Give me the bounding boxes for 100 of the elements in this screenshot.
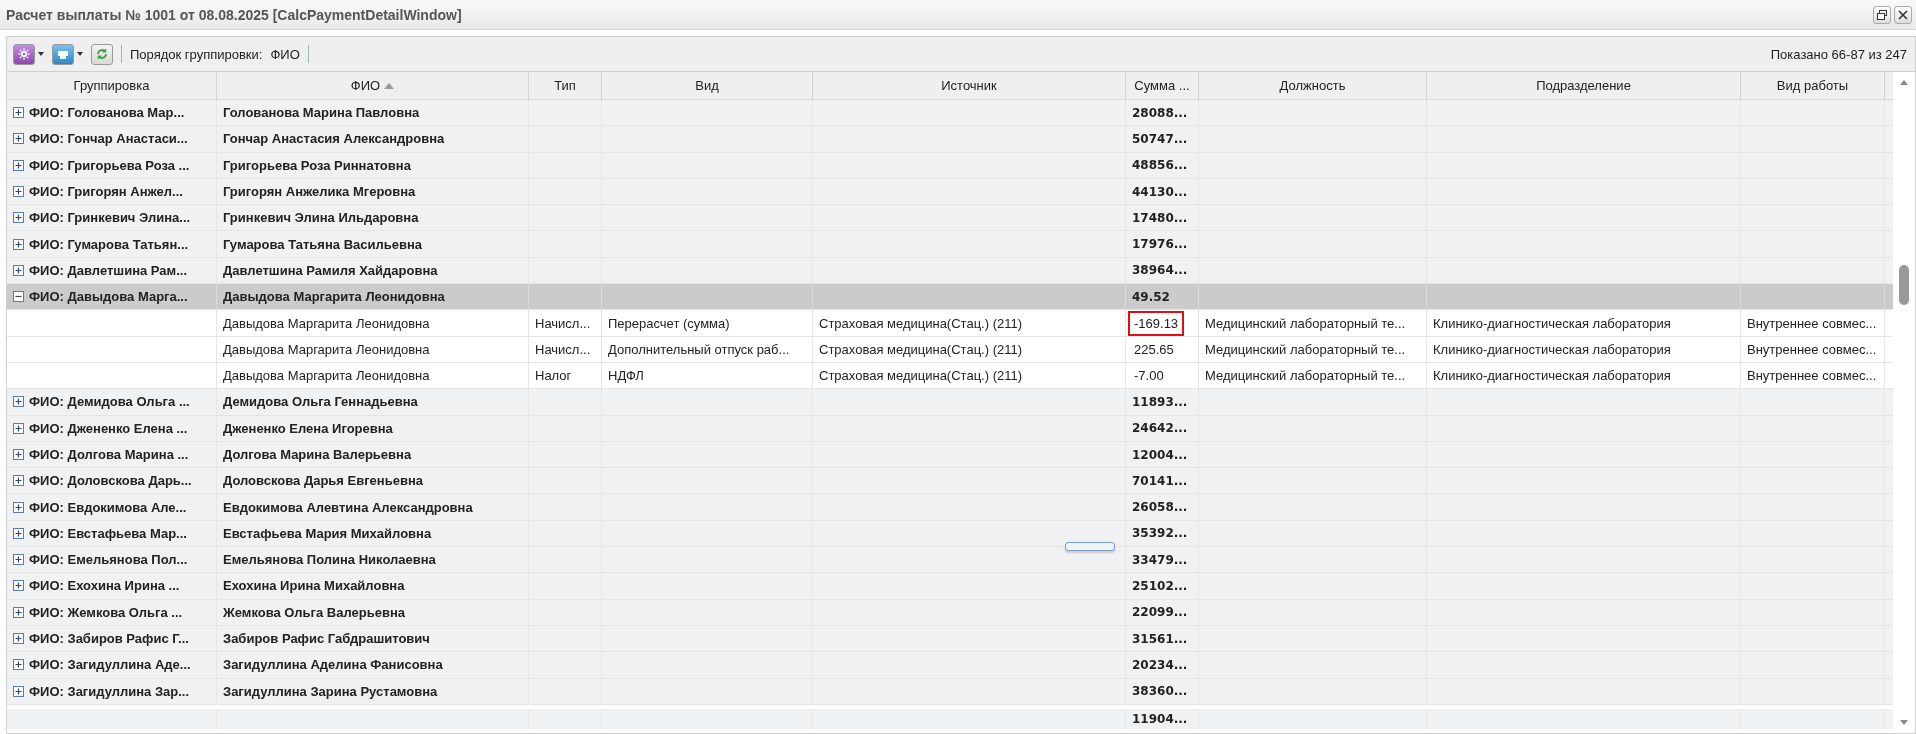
paging-info: Показано 66-87 из 247: [1770, 46, 1907, 62]
table-cell: Давыдова Маргарита Леонидовна: [223, 341, 430, 357]
group-row[interactable]: ФИО: Евдокимова Але... Евдокимова Алевтина Александровна 26058...: [7, 494, 1893, 521]
group-row[interactable]: ФИО: Евстафьева Мар... Евстафьева Мария Михайловна 35392...: [7, 520, 1893, 548]
table-cell: Загидуллина Аделина Фанисовна: [223, 657, 443, 673]
refresh-button[interactable]: [91, 43, 113, 65]
group-label: ФИО: Демидова Ольга ...: [29, 394, 190, 410]
expand-icon[interactable]: [13, 396, 24, 408]
table-cell-text: 225.65: [1133, 340, 1175, 359]
column-header[interactable]: Должность: [1279, 78, 1346, 93]
table-cell: Дополнительный отпуск раб...: [608, 341, 790, 357]
table-cell: Внутреннее совмес...: [1747, 315, 1877, 331]
expand-icon[interactable]: [13, 475, 24, 487]
column-header[interactable]: Сумма ...: [1134, 78, 1190, 93]
expand-icon[interactable]: [13, 501, 24, 513]
column-header[interactable]: Подразделение: [1536, 78, 1631, 93]
group-row[interactable]: ФИО: Загидуллина Аде... Загидуллина Аделина Фанисовна 20234...: [7, 652, 1893, 679]
table-cell: 50747...: [1132, 131, 1188, 146]
group-row[interactable]: ФИО: Голованова Мар... Голованова Марина Павловна 28088...: [7, 100, 1893, 127]
scroll-up-icon[interactable]: [1899, 78, 1909, 86]
close-button[interactable]: [1894, 5, 1912, 24]
print-menu-button[interactable]: [52, 43, 83, 65]
table-cell: Страховая медицина(Стац.) (211): [819, 341, 1022, 357]
column-header[interactable]: ФИО: [350, 78, 381, 93]
group-row[interactable]: ФИО: Демидова Ольга ... Демидова Ольга Геннадьевна 11893...: [7, 389, 1893, 416]
group-label: ФИО: Жемкова Ольга ...: [29, 604, 183, 620]
table-cell: Давлетшина Рамиля Хайдаровна: [223, 262, 438, 278]
group-row[interactable]: ФИО: Гончар Анастаси... Гончар Анастасия Александровна 50747...: [7, 126, 1893, 153]
expand-icon[interactable]: [13, 633, 24, 645]
table-cell: 26058...: [1132, 500, 1188, 515]
column-header[interactable]: Тип: [554, 78, 576, 93]
settings-menu-button[interactable]: [13, 43, 44, 65]
table-cell: 31561...: [1132, 631, 1188, 646]
group-row[interactable]: ФИО: Давлетшина Рам... Давлетшина Рамиля Хайдаровна 38964...: [7, 257, 1893, 285]
expand-icon[interactable]: [13, 527, 24, 539]
table-cell: Клинико-диагностическая лаборатория: [1433, 368, 1671, 384]
group-row[interactable]: ФИО: Забиров Рафис Г... Забиров Рафис Габдрашитович 31561...: [7, 625, 1893, 653]
table-cell: Ехохина Ирина Михайловна: [223, 578, 405, 594]
table-cell: 22099...: [1132, 605, 1188, 620]
close-icon: [1897, 8, 1909, 21]
group-row[interactable]: ФИО: Григорян Анжел... Григорян Анжелика Мгеровна 44130...: [7, 178, 1893, 206]
table-cell: 20234...: [1132, 657, 1188, 672]
group-row[interactable]: ФИО: Долгова Марина ... Долгова Марина Валерьевна 12004...: [7, 441, 1893, 469]
table-cell: 11893...: [1132, 394, 1188, 409]
group-row[interactable]: ФИО: Загидуллина Зар... Загидуллина Зарина Рустамовна 38360...: [7, 678, 1893, 705]
group-row[interactable]: ФИО: Давыдова Марга... Давыдова Маргарита Леонидовна 49.52: [7, 284, 1893, 311]
restore-icon: [1876, 8, 1888, 21]
table-cell: Давыдова Маргарита Леонидовна: [223, 315, 430, 331]
expand-icon[interactable]: [13, 212, 24, 224]
highlighted-cell: -169.13: [1128, 310, 1185, 336]
group-row[interactable]: ФИО: Жемкова Ольга ... Жемкова Ольга Валерьевна 22099...: [7, 599, 1893, 626]
group-row[interactable]: ФИО: Доловскова Дарь... Доловскова Дарья Евгеньевна 70141...: [7, 468, 1893, 495]
table-cell: Джененко Елена Игоревна: [223, 420, 393, 436]
table-cell: Перерасчет (сумма): [608, 315, 730, 331]
group-label: ФИО: Емельянова Пол...: [29, 552, 188, 568]
expand-icon[interactable]: [13, 554, 24, 566]
expand-icon[interactable]: [13, 422, 24, 434]
table-cell: 28088...: [1132, 105, 1188, 120]
restore-button[interactable]: [1873, 5, 1891, 24]
group-row[interactable]: ФИО: Гринкевич Элина... Гринкевич Элина Ильдаровна 17480...: [7, 205, 1893, 232]
table-cell: Григорьева Роза Риннатовна: [223, 157, 411, 173]
group-label: ФИО: Гринкевич Элина...: [29, 210, 191, 226]
expand-icon[interactable]: [13, 238, 24, 250]
group-label: ФИО: Евстафьева Мар...: [29, 525, 187, 541]
column-header[interactable]: Источник: [941, 78, 997, 93]
group-label: ФИО: Долгова Марина ...: [29, 447, 189, 462]
table-cell: Медицинский лабораторный те...: [1205, 341, 1406, 357]
column-header[interactable]: Вид работы: [1776, 78, 1849, 93]
table-cell: Григорян Анжелика Мгеровна: [223, 184, 416, 200]
expand-icon[interactable]: [13, 685, 24, 697]
group-row[interactable]: ФИО: Ехохина Ирина ... Ехохина Ирина Михайловна 25102...: [7, 573, 1893, 600]
expand-icon[interactable]: [13, 580, 24, 592]
expand-icon[interactable]: [13, 659, 24, 671]
table-cell: 38360...: [1132, 684, 1188, 699]
group-label: ФИО: Давыдова Марга...: [29, 289, 188, 305]
expand-icon[interactable]: [13, 133, 24, 145]
column-header[interactable]: Группировка: [73, 78, 150, 93]
expand-icon[interactable]: [13, 107, 24, 119]
table-cell: Гончар Анастасия Александровна: [223, 131, 445, 147]
table-cell: 48856...: [1132, 158, 1188, 173]
group-row[interactable]: ФИО: Джененко Елена ... Джененко Елена Игоревна 24642...: [7, 415, 1893, 442]
group-row[interactable]: ФИО: Гумарова Татьян... Гумарова Татьяна Васильевна 17976...: [7, 231, 1893, 258]
expand-icon[interactable]: [13, 159, 24, 171]
group-row[interactable]: ФИО: Григорьева Роза ... Григорьева Роза Риннатовна 48856...: [7, 152, 1893, 179]
expand-icon[interactable]: [13, 186, 24, 198]
expand-icon[interactable]: [13, 449, 24, 460]
summary-total: 11904...: [1132, 711, 1188, 726]
table-cell: Налог: [535, 368, 572, 384]
collapse-icon[interactable]: [13, 291, 24, 303]
table-cell: Внутреннее совмес...: [1747, 368, 1877, 384]
table-cell: Долгова Марина Валерьевна: [223, 447, 412, 462]
expand-icon[interactable]: [13, 606, 24, 618]
scroll-down-icon[interactable]: [1899, 719, 1909, 727]
column-header[interactable]: Вид: [695, 78, 719, 93]
group-row[interactable]: ФИО: Емельянова Пол... Емельянова Полина Николаевна 33479...: [7, 547, 1893, 574]
scroll-thumb[interactable]: [1899, 265, 1909, 305]
group-label: ФИО: Загидуллина Зар...: [29, 683, 190, 699]
group-label: ФИО: Григорян Анжел...: [29, 184, 183, 200]
table-cell: Евдокимова Алевтина Александровна: [223, 499, 473, 515]
expand-icon[interactable]: [13, 264, 24, 276]
